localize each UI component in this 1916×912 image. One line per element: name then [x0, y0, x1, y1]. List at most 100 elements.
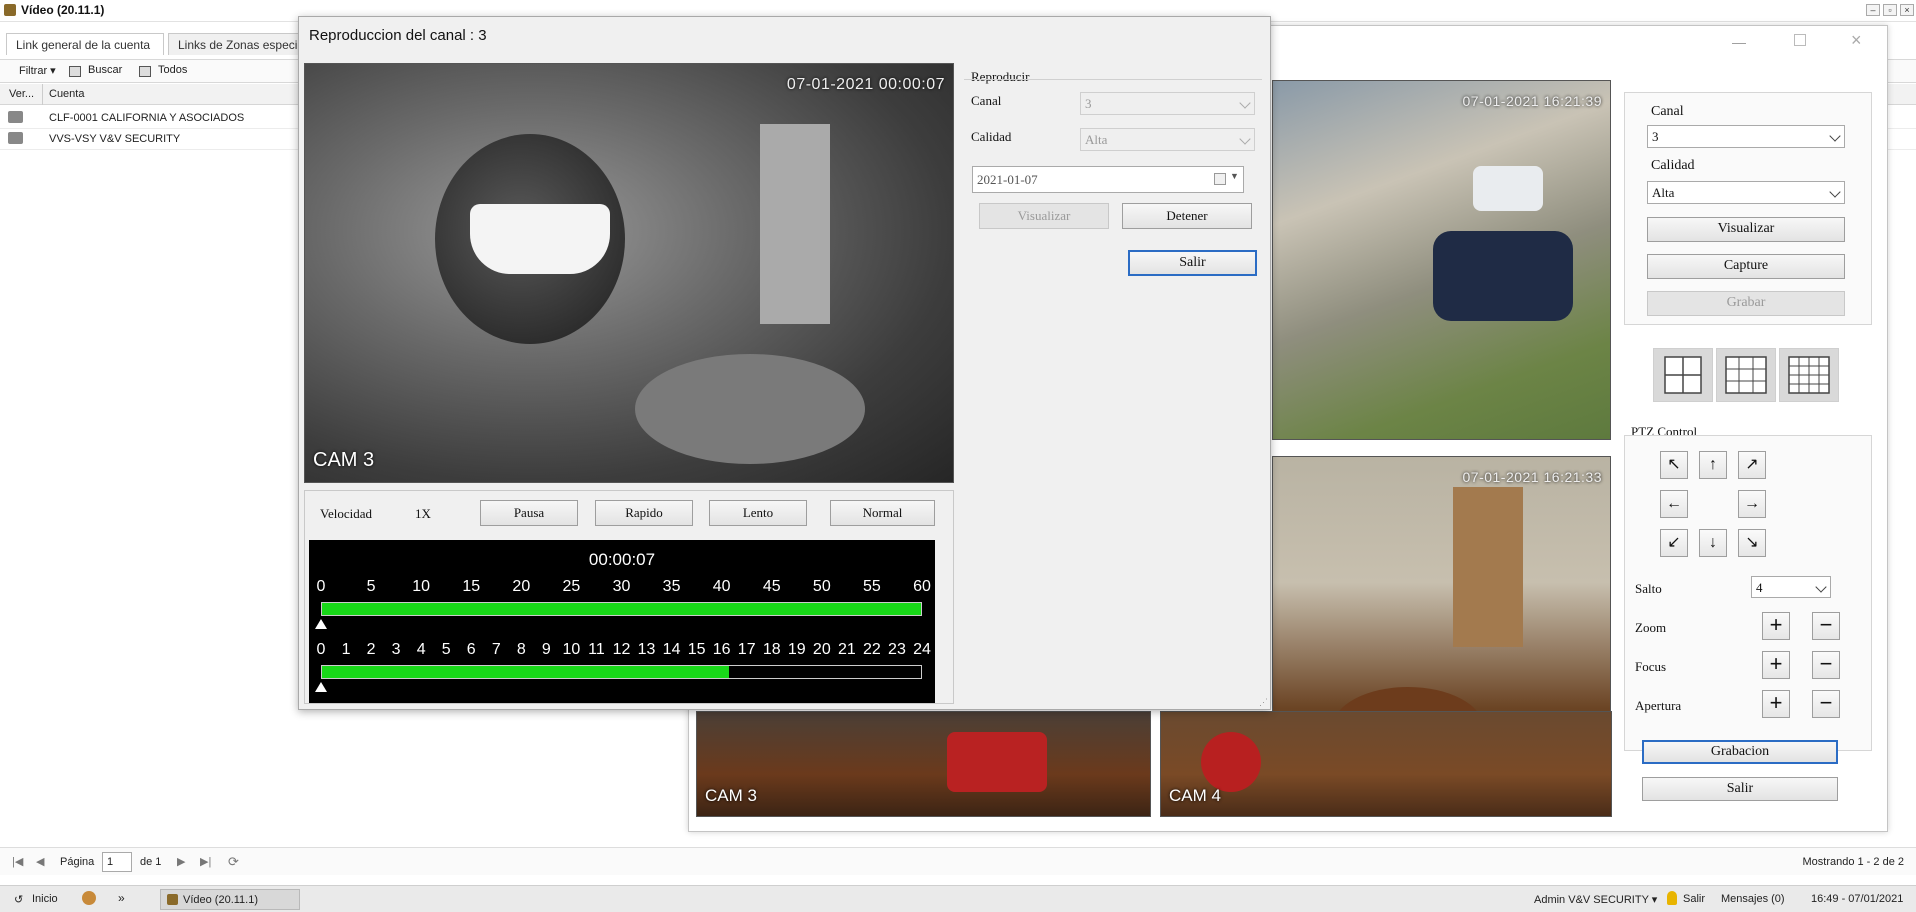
timeline[interactable]: 00:00:07 0 5 10 15 20 25 30 35 40 45 50 55 60 012345…: [309, 540, 935, 703]
ptz-up-left-button[interactable]: ↖: [1660, 451, 1688, 479]
hour-tick-label: 3: [391, 641, 401, 658]
next-page-icon[interactable]: ▶: [177, 855, 185, 868]
hour-tick-label: 13: [637, 641, 656, 658]
camera-icon[interactable]: [8, 111, 23, 123]
minimize-button[interactable]: —: [1732, 34, 1746, 50]
jump-select[interactable]: 4: [1751, 576, 1831, 598]
camera-feed-1[interactable]: 07-01-2021 16:21:39: [1272, 80, 1611, 440]
calendar-icon[interactable]: [1214, 173, 1226, 185]
exit-button[interactable]: Salir: [1642, 777, 1838, 801]
hour-ticks: 0 1 2 3 4 5 6 7 8 9 10 11 12 13 14 15 16 17 18 19 20 21 22 23 24: [317, 641, 931, 661]
record-button[interactable]: Grabar: [1647, 291, 1845, 316]
fast-button[interactable]: Rapido: [595, 500, 693, 526]
capture-button[interactable]: Capture: [1647, 254, 1845, 279]
hour-tick-label: 2: [366, 641, 376, 658]
chevron-down-icon[interactable]: ▼: [1230, 171, 1239, 181]
hour-tick-label: 23: [888, 641, 906, 658]
minute-bar[interactable]: [321, 602, 922, 616]
view-button[interactable]: Visualizar: [1647, 217, 1845, 242]
hour-tick-label: 9: [541, 641, 551, 658]
more-icon[interactable]: »: [118, 891, 125, 905]
first-page-icon[interactable]: |◀: [12, 855, 23, 868]
zoom-out-button[interactable]: −: [1812, 612, 1840, 640]
aperture-close-button[interactable]: −: [1812, 690, 1840, 718]
pause-button[interactable]: Pausa: [480, 500, 578, 526]
refresh-icon[interactable]: ⟳: [228, 854, 239, 870]
resize-grip-icon[interactable]: ⋰: [1259, 697, 1268, 708]
hour-tick-label: 0: [316, 641, 326, 658]
ptz-down-right-button[interactable]: ↘: [1738, 529, 1766, 557]
ptz-down-left-button[interactable]: ↙: [1660, 529, 1688, 557]
minute-marker-icon[interactable]: [315, 619, 327, 629]
page-input[interactable]: 1: [102, 852, 132, 872]
playback-video[interactable]: 07-01-2021 00:00:07 CAM 3: [304, 63, 954, 483]
quality-select[interactable]: Alta: [1647, 181, 1845, 204]
minimize-button[interactable]: –: [1866, 4, 1880, 16]
channel-value: 3: [1652, 129, 1659, 144]
minute-tick-label: 45: [762, 578, 781, 595]
minute-ticks: 0 5 10 15 20 25 30 35 40 45 50 55 60: [317, 578, 931, 598]
focus-in-button[interactable]: +: [1762, 651, 1790, 679]
ptz-right-button[interactable]: →: [1738, 490, 1766, 518]
messages-link[interactable]: Mensajes (0): [1721, 893, 1785, 905]
filter-button[interactable]: Filtrar ▾: [19, 64, 56, 77]
column-divider: [42, 84, 43, 105]
prev-page-icon[interactable]: ◀: [36, 855, 44, 868]
maximize-button[interactable]: ▫: [1883, 4, 1897, 16]
search-button[interactable]: Buscar: [88, 64, 122, 76]
channel-select[interactable]: 3: [1080, 92, 1255, 115]
camera-label: CAM 4: [1169, 786, 1221, 805]
maximize-button[interactable]: [1794, 34, 1806, 46]
hour-marker-icon[interactable]: [315, 682, 327, 692]
hour-tick-label: 18: [762, 641, 781, 658]
tab-zone-links[interactable]: Links de Zonas especi: [168, 33, 300, 55]
hour-tick-label: 14: [662, 641, 681, 658]
app-icon: [167, 894, 178, 905]
ptz-up-right-button[interactable]: ↗: [1738, 451, 1766, 479]
stop-button[interactable]: Detener: [1122, 203, 1252, 229]
camera-feed-3[interactable]: CAM 3: [696, 711, 1151, 817]
close-button[interactable]: ×: [1900, 4, 1914, 16]
view-button[interactable]: Visualizar: [979, 203, 1109, 229]
bulb-icon: [1667, 891, 1677, 905]
hour-bar[interactable]: [321, 665, 922, 679]
camera-controls-panel: Canal 3 Calidad Alta Visualizar Capture …: [1624, 92, 1872, 325]
focus-out-button[interactable]: −: [1812, 651, 1840, 679]
camera-timestamp: 07-01-2021 16:21:33: [1462, 469, 1602, 485]
all-button[interactable]: Todos: [158, 64, 187, 76]
close-button[interactable]: ×: [1851, 30, 1862, 51]
chevron-down-icon: [1829, 130, 1841, 142]
last-page-icon[interactable]: ▶|: [200, 855, 211, 868]
user-icon[interactable]: [82, 891, 96, 905]
col-view-header[interactable]: Ver...: [9, 88, 34, 100]
slow-button[interactable]: Lento: [709, 500, 807, 526]
layout-4x4-button[interactable]: [1779, 348, 1839, 402]
normal-button[interactable]: Normal: [830, 500, 935, 526]
recording-button[interactable]: Grabacion: [1642, 740, 1838, 764]
layout-2x2-button[interactable]: [1653, 348, 1713, 402]
camera-icon[interactable]: [8, 132, 23, 144]
user-menu[interactable]: Admin V&V SECURITY ▾: [1534, 893, 1657, 906]
speed-value: 1X: [415, 506, 431, 521]
grid-4x4-icon: [1788, 356, 1830, 394]
chevron-down-icon: [1815, 581, 1827, 593]
aperture-open-button[interactable]: +: [1762, 690, 1790, 718]
taskbar-app-button[interactable]: Vídeo (20.11.1): [160, 889, 300, 910]
playback-group: Canal 3 Calidad Alta 2021-01-07 ▼ Visual…: [964, 79, 1262, 254]
ptz-left-button[interactable]: ←: [1660, 490, 1688, 518]
date-picker[interactable]: 2021-01-07 ▼: [972, 166, 1244, 193]
channel-select[interactable]: 3: [1647, 125, 1845, 148]
date-value: 2021-01-07: [977, 172, 1038, 187]
col-account-header[interactable]: Cuenta: [49, 88, 84, 100]
start-button[interactable]: Inicio: [32, 893, 58, 905]
layout-3x3-button[interactable]: [1716, 348, 1776, 402]
quality-select[interactable]: Alta: [1080, 128, 1255, 151]
ptz-up-button[interactable]: ↑: [1699, 451, 1727, 479]
camera-feed-4[interactable]: CAM 4: [1160, 711, 1612, 817]
tab-account-link[interactable]: Link general de la cuenta: [6, 33, 164, 55]
zoom-in-button[interactable]: +: [1762, 612, 1790, 640]
ptz-down-button[interactable]: ↓: [1699, 529, 1727, 557]
logout-link[interactable]: Salir: [1683, 893, 1705, 905]
filter-label: Filtrar: [19, 65, 48, 77]
exit-button[interactable]: Salir: [1128, 250, 1257, 276]
